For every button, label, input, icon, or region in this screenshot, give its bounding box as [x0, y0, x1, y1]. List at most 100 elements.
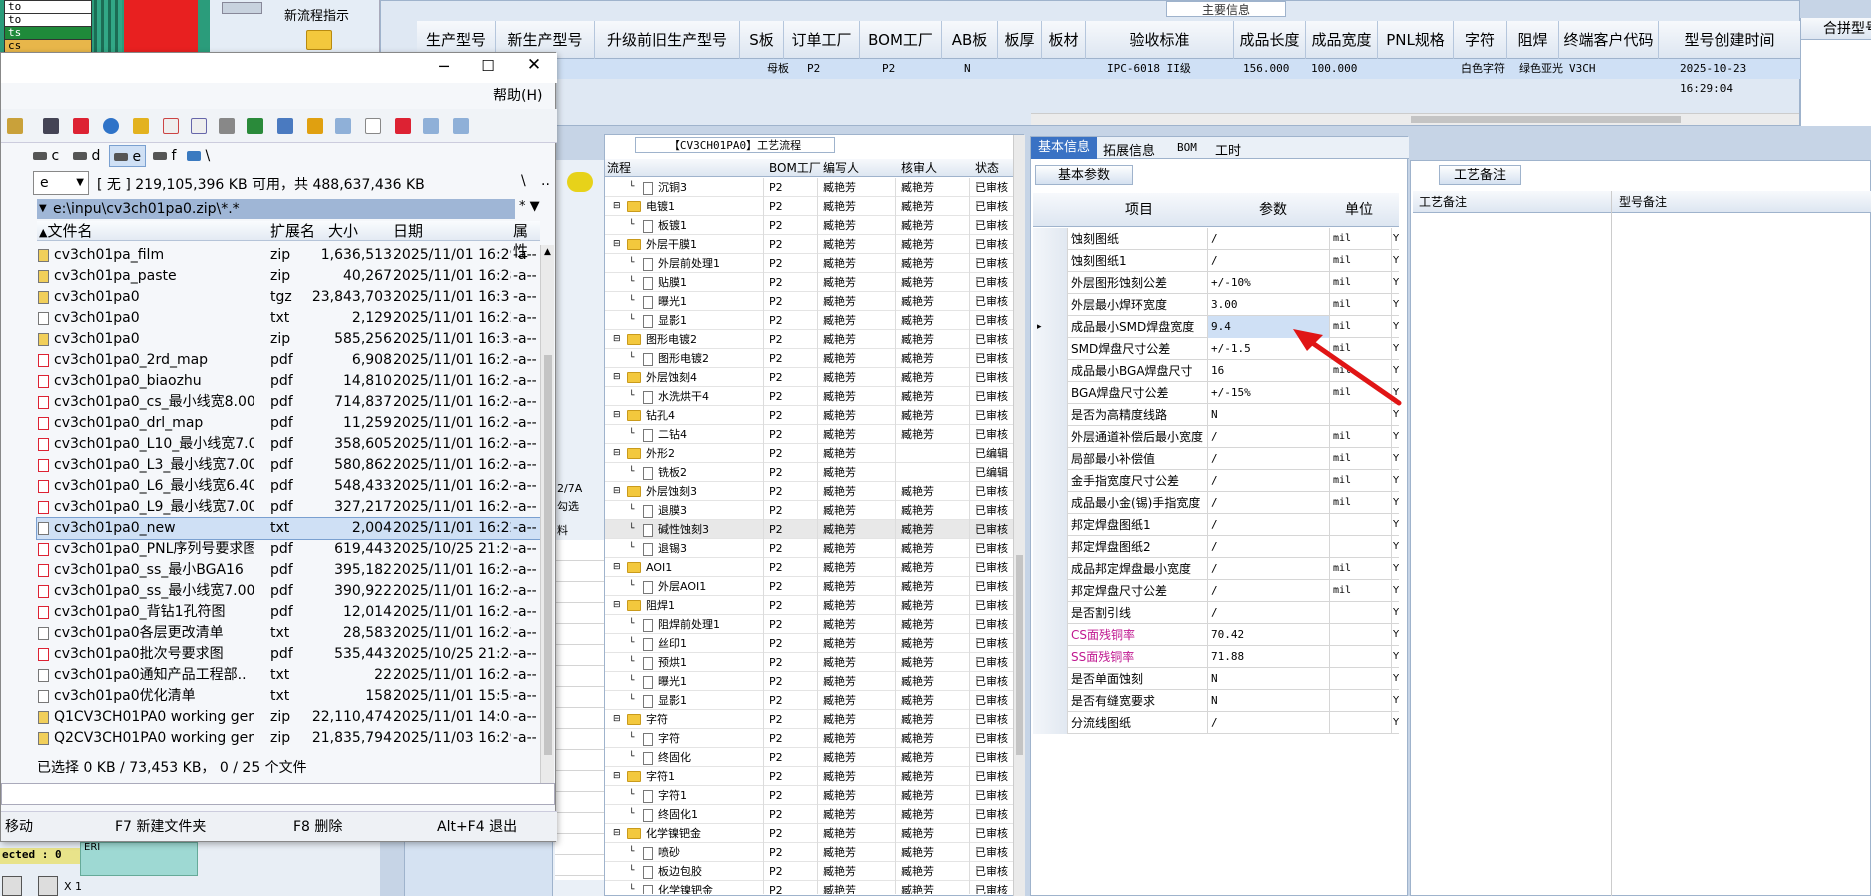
folder-icon[interactable]: [306, 30, 332, 50]
file-row[interactable]: cv3ch01pa_film zip 1,636,513 2025/11/01 16:…: [37, 245, 540, 266]
param-value[interactable]: +/-15%: [1207, 382, 1329, 404]
chat-bubble-icon[interactable]: [567, 172, 593, 192]
tree-expander-icon[interactable]: ⊟: [613, 368, 621, 387]
drive-select[interactable]: e ▼: [33, 171, 89, 195]
process-row[interactable]: └ 预烘1 P2 臧艳芳 臧艳芳 已审核: [605, 653, 1013, 672]
shield-icon[interactable]: [307, 118, 323, 134]
param-value[interactable]: /: [1207, 448, 1329, 470]
process-row[interactable]: └ 字符1 P2 臧艳芳 臧艳芳 已审核: [605, 786, 1013, 805]
process-row[interactable]: └ 终固化1 P2 臧艳芳 臧艳芳 已审核: [605, 805, 1013, 824]
row-indicator[interactable]: [1033, 668, 1067, 690]
process-row[interactable]: ⊟ 电镀1 P2 臧艳芳 臧艳芳 已审核: [605, 197, 1013, 216]
tree-expander-icon[interactable]: ⊟: [613, 824, 621, 843]
param-row[interactable]: 外层最小焊环宽度 3.00 mil Y: [1033, 294, 1399, 316]
param-value[interactable]: /: [1207, 250, 1329, 272]
drive-f[interactable]: f: [153, 143, 176, 169]
file-row[interactable]: cv3ch01pa0批次号要求图 pdf 535,443 2025/10/25 21:…: [37, 644, 540, 665]
param-row[interactable]: CS面残铜率 70.42 Y: [1033, 624, 1399, 646]
file-row[interactable]: cv3ch01pa0 tgz 23,843,703 2025/11/01 16:31-…: [37, 287, 540, 308]
param-value[interactable]: /: [1207, 514, 1329, 536]
process-row[interactable]: └ 板边包胶 P2 臧艳芳 臧艳芳 已审核: [605, 862, 1013, 881]
process-row[interactable]: ⊟ 阻焊1 P2 臧艳芳 臧艳芳 已审核: [605, 596, 1013, 615]
param-value[interactable]: /: [1207, 580, 1329, 602]
file-row[interactable]: cv3ch01pa0优化清单 txt 158 2025/11/01 15:58 -a--: [37, 686, 540, 707]
scroll-thumb[interactable]: [1016, 555, 1023, 755]
gamepad-icon[interactable]: [222, 2, 262, 14]
hdr-thickness[interactable]: 板厚: [998, 21, 1042, 59]
briefcase-icon[interactable]: [7, 118, 23, 134]
col-checker[interactable]: 核审人: [901, 159, 937, 177]
row-indicator[interactable]: [1033, 338, 1067, 360]
param-value[interactable]: N: [1207, 668, 1329, 690]
process-row[interactable]: ⊟ 图形电镀2 P2 臧艳芳 臧艳芳 已审核: [605, 330, 1013, 349]
file-row[interactable]: cv3ch01pa0通知产品工程部.. txt 22 2025/11/01 16:25…: [37, 665, 540, 686]
file-row[interactable]: Q1CV3CH01PA0 working gerb.. zip 22,110,474…: [37, 707, 540, 728]
param-row[interactable]: 邦定焊盘尺寸公差 / mil Y: [1033, 580, 1399, 602]
settings-icon[interactable]: [43, 118, 59, 134]
process-row[interactable]: └ 曝光1 P2 臧艳芳 臧艳芳 已审核: [605, 672, 1013, 691]
file-row[interactable]: cv3ch01pa0_new txt 2,004 2025/11/01 16:22 -a…: [36, 517, 541, 540]
process-row[interactable]: └ 碱性蚀刻3 P2 臧艳芳 臧艳芳 已审核: [605, 520, 1013, 539]
process-row[interactable]: └ 退膜3 P2 臧艳芳 臧艳芳 已审核: [605, 501, 1013, 520]
row-indicator[interactable]: [1033, 294, 1067, 316]
param-value[interactable]: 70.42: [1207, 624, 1329, 646]
row-indicator[interactable]: [1033, 228, 1067, 250]
param-value[interactable]: 16: [1207, 360, 1329, 382]
param-value[interactable]: /: [1207, 426, 1329, 448]
col-writer[interactable]: 编写人: [823, 159, 859, 177]
file-row[interactable]: cv3ch01pa0各层更改清单 txt 28,583 2025/11/01 16:2…: [37, 623, 540, 644]
col-model-remark[interactable]: 型号备注: [1619, 191, 1667, 213]
file-row[interactable]: cv3ch01pa0 txt 2,129 2025/11/01 16:22 -a--: [37, 308, 540, 329]
hdr-old-prod-no[interactable]: 升级前旧生产型号: [595, 21, 740, 59]
process-row[interactable]: ⊟ 外层蚀刻3 P2 臧艳芳 臧艳芳 已审核: [605, 482, 1013, 501]
hdr-order-factory[interactable]: 订单工厂: [784, 21, 860, 59]
process-row[interactable]: └ 外层AOI1 P2 臧艳芳 臧艳芳 已审核: [605, 577, 1013, 596]
file-row[interactable]: cv3ch01pa_paste zip 40,267 2025/11/01 16:28…: [37, 266, 540, 287]
maximize-button[interactable]: ☐: [473, 57, 503, 77]
param-row[interactable]: 分流线图纸 / Y: [1033, 712, 1399, 734]
window-icon[interactable]: [335, 118, 351, 134]
param-value[interactable]: /: [1207, 558, 1329, 580]
row-indicator[interactable]: [1033, 646, 1067, 668]
hdr-char[interactable]: 字符: [1454, 21, 1507, 59]
tab-bom[interactable]: BOM: [1177, 141, 1197, 154]
close-button[interactable]: ✕: [519, 55, 549, 77]
col-date[interactable]: 日期: [393, 221, 423, 241]
file-row[interactable]: cv3ch01pa0_L10_最小线宽7.0.. pdf 358,605 2025/1…: [37, 434, 540, 455]
mid-label[interactable]: 勾选: [557, 498, 579, 514]
hdr-bom-factory[interactable]: BOM工厂: [860, 21, 942, 59]
row-indicator[interactable]: [1033, 250, 1067, 272]
col-name[interactable]: ▲文件名: [39, 221, 92, 243]
hdr-standard[interactable]: 验收标准: [1086, 21, 1234, 59]
col-status[interactable]: 状态: [975, 159, 999, 177]
param-row[interactable]: 局部最小补偿值 / mil Y: [1033, 448, 1399, 470]
param-value[interactable]: /: [1207, 602, 1329, 624]
row-indicator[interactable]: [1033, 580, 1067, 602]
main-h-scrollbar[interactable]: [1031, 113, 1799, 125]
file-row[interactable]: cv3ch01pa0_biaozhu pdf 14,810 2025/11/01 16…: [37, 371, 540, 392]
param-row[interactable]: 蚀刻图纸1/mil Y: [1033, 250, 1399, 272]
tree-expander-icon[interactable]: ⊟: [613, 710, 621, 729]
file-row[interactable]: cv3ch01pa0_2rd_map pdf 6,908 2025/11/01 16:…: [37, 350, 540, 371]
process-row[interactable]: └ 喷砂 P2 臧艳芳 臧艳芳 已审核: [605, 843, 1013, 862]
param-value[interactable]: /: [1207, 536, 1329, 558]
process-row[interactable]: ⊟ AOI1 P2 臧艳芳 臧艳芳 已审核: [605, 558, 1013, 577]
file-row[interactable]: cv3ch01pa0_cs_最小线宽8.000 pdf 714,837 2025/11…: [37, 392, 540, 413]
spreadsheet-icon[interactable]: [247, 118, 263, 134]
sub-tab-basic[interactable]: 基本参数: [1035, 165, 1133, 185]
grid-icon[interactable]: [2, 876, 22, 896]
process-row[interactable]: └ 终固化 P2 臧艳芳 臧艳芳 已审核: [605, 748, 1013, 767]
scroll-thumb[interactable]: [544, 355, 552, 755]
col-ext[interactable]: 扩展名: [270, 221, 315, 241]
file-v-scrollbar[interactable]: ▲ ▼: [540, 245, 554, 805]
row-indicator[interactable]: [1033, 536, 1067, 558]
menu-help[interactable]: 帮助(H): [493, 85, 542, 105]
hdr-s-board[interactable]: S板: [740, 21, 784, 59]
pdf-icon[interactable]: [395, 118, 411, 134]
drive-d[interactable]: d: [73, 143, 100, 169]
file-row[interactable]: cv3ch01pa0_L3_最小线宽7.000 pdf 580,862 2025/11…: [37, 455, 540, 476]
param-value[interactable]: /: [1207, 492, 1329, 514]
image-icon[interactable]: [219, 118, 235, 134]
row-indicator[interactable]: [1033, 558, 1067, 580]
tab-extended[interactable]: 拓展信息: [1103, 140, 1155, 159]
